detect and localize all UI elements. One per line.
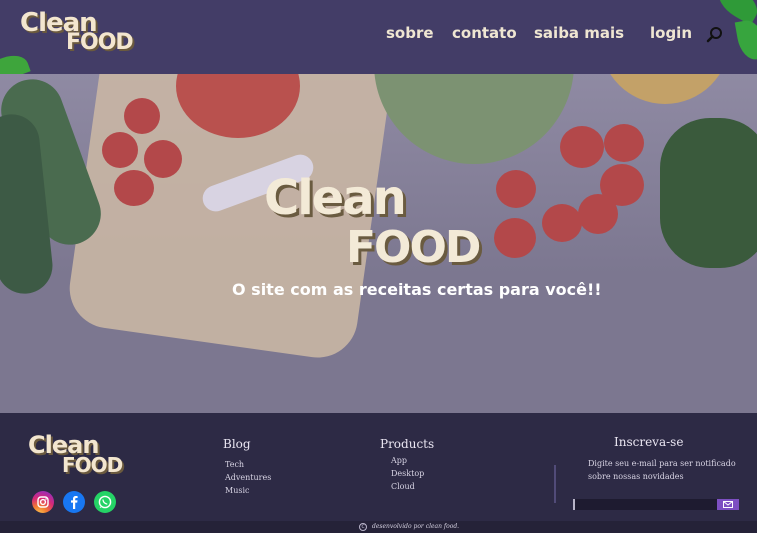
footer-link-music[interactable]: Music: [225, 486, 250, 495]
footer-logo-line2: FOOD: [62, 453, 123, 477]
nav-sobre[interactable]: sobre: [386, 24, 434, 42]
hero-subtitle: O site com as receitas certas para você!…: [232, 280, 602, 299]
hero-title-food: FOOD: [346, 222, 481, 273]
newsletter-description: Digite seu e-mail para ser notificado so…: [588, 459, 736, 481]
cherry-tomato: [604, 124, 644, 162]
cherry-tomato: [496, 170, 536, 208]
footer-link-adventures[interactable]: Adventures: [225, 473, 271, 482]
cherry-tomato: [102, 132, 138, 168]
mail-icon: [723, 501, 733, 508]
facebook-icon[interactable]: [63, 491, 85, 513]
cherry-tomato: [124, 98, 160, 134]
footer-divider: [554, 465, 556, 503]
footer-link-desktop[interactable]: Desktop: [391, 469, 424, 478]
whatsapp-icon[interactable]: [94, 491, 116, 513]
footer-products-heading: Products: [380, 437, 435, 451]
site-footer: Clean FOOD Blog Tech Adventures Music Pr…: [0, 413, 757, 521]
cherry-tomato: [542, 204, 582, 242]
footer-logo[interactable]: Clean FOOD: [28, 433, 128, 483]
footer-link-app[interactable]: App: [391, 456, 407, 465]
cherry-tomato: [578, 194, 618, 234]
copyright-text: desenvolvido por clean food.: [372, 523, 460, 530]
cherry-tomato: [114, 170, 154, 206]
newsletter-email-input[interactable]: [573, 499, 717, 510]
nav-login[interactable]: login: [650, 24, 692, 42]
newsletter-submit-button[interactable]: [717, 499, 739, 510]
nav-saiba-mais[interactable]: saiba mais: [534, 24, 624, 42]
footer-link-cloud[interactable]: Cloud: [391, 482, 415, 491]
cherry-tomato: [560, 126, 604, 168]
cherry-tomato: [494, 218, 536, 258]
newsletter-heading: Inscreva-se: [614, 435, 684, 449]
nav-contato[interactable]: contato: [452, 24, 517, 42]
cherry-tomato: [144, 140, 182, 178]
hero-title-clean: Clean: [264, 170, 407, 226]
bell-pepper-image: [660, 118, 757, 268]
footer-link-tech[interactable]: Tech: [225, 460, 244, 469]
footer-blog-heading: Blog: [223, 437, 251, 451]
top-header: Clean FOOD sobre contato saiba mais logi…: [0, 0, 757, 74]
search-icon[interactable]: [706, 26, 724, 44]
instagram-icon[interactable]: [32, 491, 54, 513]
main-nav: sobre contato saiba mais login: [0, 24, 757, 46]
hero-banner: Clean FOOD O site com as receitas certas…: [0, 74, 757, 413]
copyright-bar: c desenvolvido por clean food.: [0, 521, 757, 533]
copyright-icon: c: [359, 523, 367, 531]
